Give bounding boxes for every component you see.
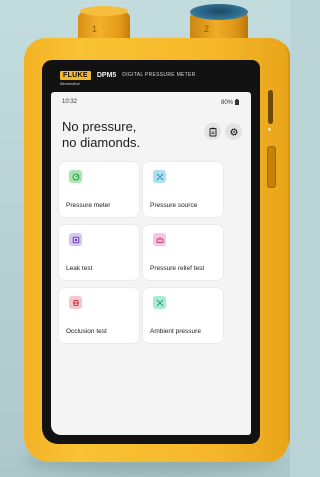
- page-title: No pressure, no diamonds.: [62, 119, 172, 151]
- tile-label: Occlusion test: [66, 328, 107, 335]
- leak-icon: [69, 233, 82, 246]
- tile-label: Pressure relief test: [150, 265, 205, 272]
- occlusion-icon: [69, 296, 82, 309]
- clipboard-icon: [209, 127, 216, 136]
- touch-screen: 10:32 80% No pressure, no diamonds. Pres…: [51, 92, 251, 435]
- report-button[interactable]: [204, 123, 221, 140]
- gear-icon: [229, 127, 238, 136]
- brand-bar: FLUKE DPM5 DIGITAL PRESSURE METER: [60, 70, 196, 80]
- tile-leak-test[interactable]: Leak test: [59, 225, 139, 280]
- tile-label: Ambient pressure: [150, 328, 201, 335]
- status-time: 10:32: [62, 99, 78, 105]
- tile-label: Pressure meter: [66, 202, 111, 209]
- model-description: DIGITAL PRESSURE METER: [122, 72, 196, 78]
- tile-pressure-relief-test[interactable]: Pressure relief test: [143, 225, 223, 280]
- side-button[interactable]: [267, 146, 276, 188]
- tile-label: Pressure source: [150, 202, 198, 209]
- ambient-icon: [153, 296, 166, 309]
- tile-occlusion-test[interactable]: Occlusion test: [59, 288, 139, 343]
- battery-icon: [234, 99, 239, 105]
- tile-pressure-meter[interactable]: Pressure meter: [59, 162, 139, 217]
- port-1-number: 1: [92, 24, 98, 34]
- battery-percent: 80%: [221, 100, 234, 106]
- port-2-number: 2: [204, 24, 210, 34]
- tile-label: Leak test: [66, 265, 93, 272]
- settings-button[interactable]: [225, 123, 242, 140]
- port-2-cap: [190, 4, 248, 20]
- sub-brand: Biomedical: [60, 81, 80, 86]
- product-scene: 1 2 FLUKE DPM5 DIGITAL PRESSURE METER Bi…: [0, 0, 290, 477]
- model-name: DPM5: [96, 71, 117, 79]
- status-led: [268, 128, 271, 131]
- title-line-2: no diamonds.: [62, 135, 141, 150]
- relief-icon: [153, 233, 166, 246]
- tile-ambient-pressure[interactable]: Ambient pressure: [143, 288, 223, 343]
- gauge-icon: [69, 170, 82, 183]
- port-1-cap: [80, 6, 128, 16]
- tile-pressure-source[interactable]: Pressure source: [143, 162, 223, 217]
- side-port: [268, 90, 273, 124]
- title-line-1: No pressure,: [62, 119, 137, 134]
- pump-icon: [153, 170, 166, 183]
- battery-status: 80%: [221, 99, 239, 106]
- fluke-logo: FLUKE: [60, 70, 91, 80]
